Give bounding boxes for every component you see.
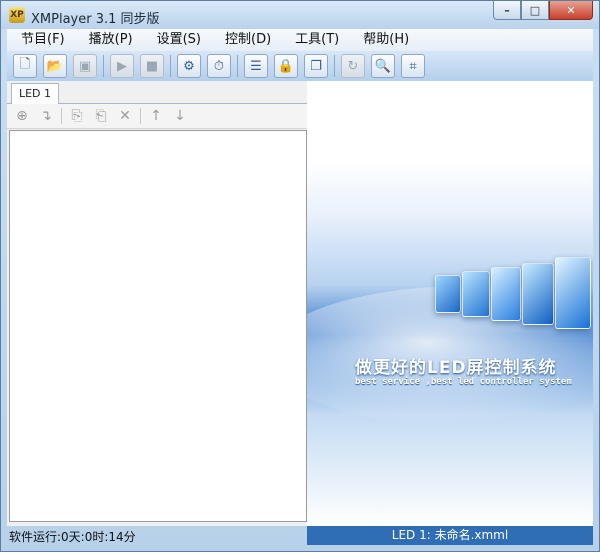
menu-bar: 节目(F) 播放(P) 设置(S) 控制(D) 工具(T) 帮助(H) [7,29,593,51]
network-grid-icon[interactable]: ⌗ [401,54,425,78]
window-controls: – □ ✕ [493,1,593,20]
window-title: XMPlayer 3.1 同步版 [31,12,160,27]
insert-icon[interactable]: ↴ [37,107,55,125]
toolbar-separator [334,55,335,77]
save-icon[interactable]: ▣ [73,54,97,78]
preview-banner: 做更好的LED屏控制系统 best service ,best led cont… [307,81,593,526]
close-button[interactable]: ✕ [549,1,593,20]
windows-icon[interactable]: ❐ [304,54,328,78]
paste-icon[interactable]: ⎗ [92,107,110,125]
banner-screen-4 [522,263,554,325]
main-toolbar: 🗋 📂 ▣ ▶ ■ ⚙ ⏱ ☰ 🔒 ❐ ↻ 🔍 ⌗ [7,51,593,82]
tab-led-1[interactable]: LED 1 [11,83,59,104]
settings-gear-icon[interactable]: ⚙ [177,54,201,78]
copy-icon[interactable]: ⎘ [68,107,86,125]
runtime-status: 软件运行:0天:0时:14分 [9,530,136,544]
menu-tools[interactable]: 工具(T) [281,29,349,51]
open-folder-icon[interactable]: 📂 [43,54,67,78]
toolbar-separator [237,55,238,77]
banner-slogan-cn: 做更好的LED屏控制系统 [355,358,557,378]
lock-icon[interactable]: 🔒 [274,54,298,78]
timer-icon[interactable]: ⏱ [207,54,231,78]
status-bar: 软件运行:0天:0时:14分 LED 1: 未命名.xmml [7,526,593,546]
minimize-button[interactable]: – [493,1,521,20]
banner-screen-1 [435,275,461,313]
banner-screen-3 [491,267,521,321]
maximize-button[interactable]: □ [521,1,549,20]
move-up-icon[interactable]: ↑ [147,107,165,125]
refresh-icon[interactable]: ↻ [341,54,365,78]
screen-config-icon[interactable]: ☰ [244,54,268,78]
menu-control[interactable]: 控制(D) [211,29,281,51]
title-bar[interactable]: XP XMPlayer 3.1 同步版 – □ ✕ [1,1,599,29]
move-down-icon[interactable]: ↓ [171,107,189,125]
program-list[interactable] [9,130,307,522]
tab-strip: LED 1 [7,81,307,104]
banner-screen-5 [555,257,591,329]
toolbar-separator [140,108,141,124]
add-page-icon[interactable]: ⊕ [13,107,31,125]
new-file-icon[interactable]: 🗋 [13,54,37,78]
play-icon[interactable]: ▶ [110,54,134,78]
menu-settings[interactable]: 设置(S) [143,29,211,51]
menu-play[interactable]: 播放(P) [75,29,143,51]
file-status: LED 1: 未命名.xmml [307,526,593,545]
banner-slogan-en: best service ,best led controller system [355,377,572,387]
menu-help[interactable]: 帮助(H) [349,29,419,51]
toolbar-separator [170,55,171,77]
stop-icon[interactable]: ■ [140,54,164,78]
search-icon[interactable]: 🔍 [371,54,395,78]
app-window: XP XMPlayer 3.1 同步版 – □ ✕ 节目(F) 播放(P) 设置… [0,0,600,552]
toolbar-separator [103,55,104,77]
toolbar-separator [61,108,62,124]
menu-program[interactable]: 节目(F) [7,29,75,51]
app-icon: XP [9,7,25,23]
banner-screen-2 [462,271,490,317]
program-panel: LED 1 ⊕ ↴ ⎘ ⎗ ✕ ↑ ↓ [7,81,307,526]
delete-icon[interactable]: ✕ [116,107,134,125]
program-toolbar: ⊕ ↴ ⎘ ⎗ ✕ ↑ ↓ [7,104,307,129]
